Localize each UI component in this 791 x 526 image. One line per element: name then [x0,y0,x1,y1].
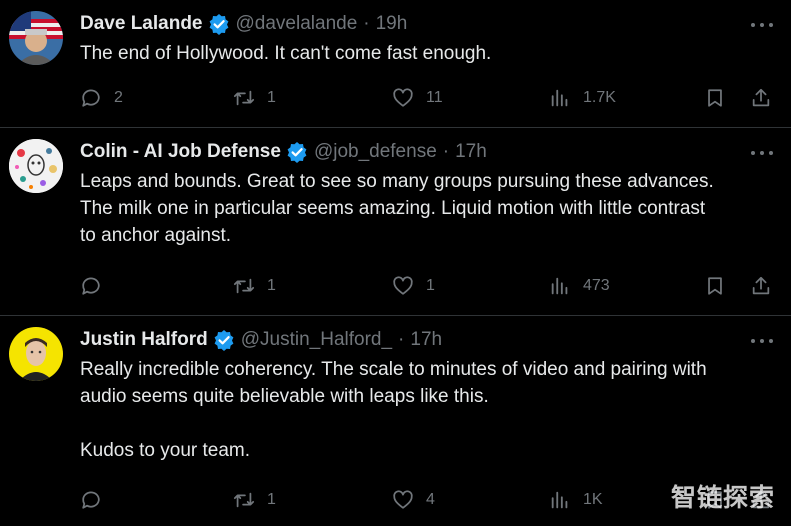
like-button[interactable]: 1 [392,274,435,298]
bookmark-button[interactable] [704,86,726,110]
like-count: 1 [426,277,435,294]
tweet-text-line: to anchor against. [80,225,232,246]
reply-button[interactable] [80,274,114,298]
heart-icon [393,490,413,509]
like-button[interactable]: 4 [392,488,435,512]
tweet-text: Really incredible coherency. The scale t… [80,356,777,464]
tweet-header: Colin - AI Job Defense @job_defense · 17… [80,141,487,163]
reply-count: 2 [114,89,123,106]
verified-badge-icon [209,14,228,35]
timestamp[interactable]: 17h [455,141,487,163]
tweet-text-line: Leaps and bounds. Great to see so many g… [80,171,714,192]
share-button[interactable] [750,274,772,298]
bookmark-button[interactable] [704,274,726,298]
more-dots-icon[interactable] [751,150,773,156]
retweet-icon [233,278,255,294]
views-icon [551,491,568,509]
separator-dot: · [442,141,450,162]
retweet-count: 1 [267,277,276,294]
retweet-icon [233,90,255,106]
avatar[interactable] [9,327,63,381]
avatar[interactable] [9,11,63,65]
share-button[interactable] [750,86,772,110]
separator-dot: · [398,329,405,350]
display-name[interactable]: Colin - AI Job Defense [80,141,281,163]
timestamp[interactable]: 17h [410,329,442,351]
like-count: 4 [426,491,435,508]
tweet-text-line: The milk one in particular seems amazing… [80,198,706,219]
tweet-text-line: Really incredible coherency. The scale t… [80,359,707,380]
tweet-text-line: Kudos to your team. [80,440,251,461]
heart-icon [393,276,413,295]
views-button[interactable]: 473 [549,274,610,298]
more-dots-icon[interactable] [751,22,773,28]
retweet-button[interactable]: 1 [233,488,276,512]
bookmark-icon [708,277,722,295]
bookmark-icon [708,89,722,107]
reply-icon [82,277,100,295]
user-handle[interactable]: @davelalande [236,13,358,35]
avatar[interactable] [9,139,63,193]
timestamp[interactable]: 19h [376,13,408,35]
heart-icon [393,88,413,107]
reply-icon [82,89,100,107]
share-icon [752,88,770,107]
more-dots-icon[interactable] [751,338,773,344]
views-count: 1K [583,491,603,508]
tweet-text-line: The end of Hollywood. It can't come fast… [80,43,492,64]
user-handle[interactable]: @Justin_Halford_ [241,329,392,351]
tweet-actions: 2 1 11 1.7K [80,86,775,110]
tweet-header: Justin Halford @Justin_Halford_ · 17h [80,329,442,351]
tweet-header: Dave Lalande @davelalande · 19h [80,13,407,35]
tweet-text: The end of Hollywood. It can't come fast… [80,40,777,67]
tweet-actions: 1 1 473 [80,274,775,298]
views-count: 473 [583,277,610,294]
display-name[interactable]: Justin Halford [80,329,208,351]
retweet-button[interactable]: 1 [233,86,276,110]
retweet-icon [233,492,255,508]
like-button[interactable]: 11 [392,86,443,110]
tweet-text-line: audio seems quite believable with leaps … [80,386,489,407]
tweet-card[interactable]: Dave Lalande @davelalande · 19h The end … [0,0,791,128]
tweet-text: Leaps and bounds. Great to see so many g… [80,168,777,249]
views-count: 1.7K [583,89,616,106]
reply-button[interactable]: 2 [80,86,123,110]
views-button[interactable]: 1K [549,488,603,512]
views-icon [551,277,568,295]
reply-button[interactable] [80,488,114,512]
reply-icon [82,491,100,509]
watermark: 智链探索 [670,484,775,512]
retweet-count: 1 [267,89,276,106]
retweet-count: 1 [267,491,276,508]
share-icon [752,276,770,295]
verified-badge-icon [287,142,307,163]
separator-dot: · [363,13,370,34]
views-button[interactable]: 1.7K [549,86,616,110]
verified-badge-icon [214,330,234,351]
display-name[interactable]: Dave Lalande [80,13,203,35]
tweet-card[interactable]: Colin - AI Job Defense @job_defense · 17… [0,128,791,316]
views-icon [551,89,568,107]
user-handle[interactable]: @job_defense [314,141,437,163]
like-count: 11 [426,89,443,106]
retweet-button[interactable]: 1 [233,274,276,298]
